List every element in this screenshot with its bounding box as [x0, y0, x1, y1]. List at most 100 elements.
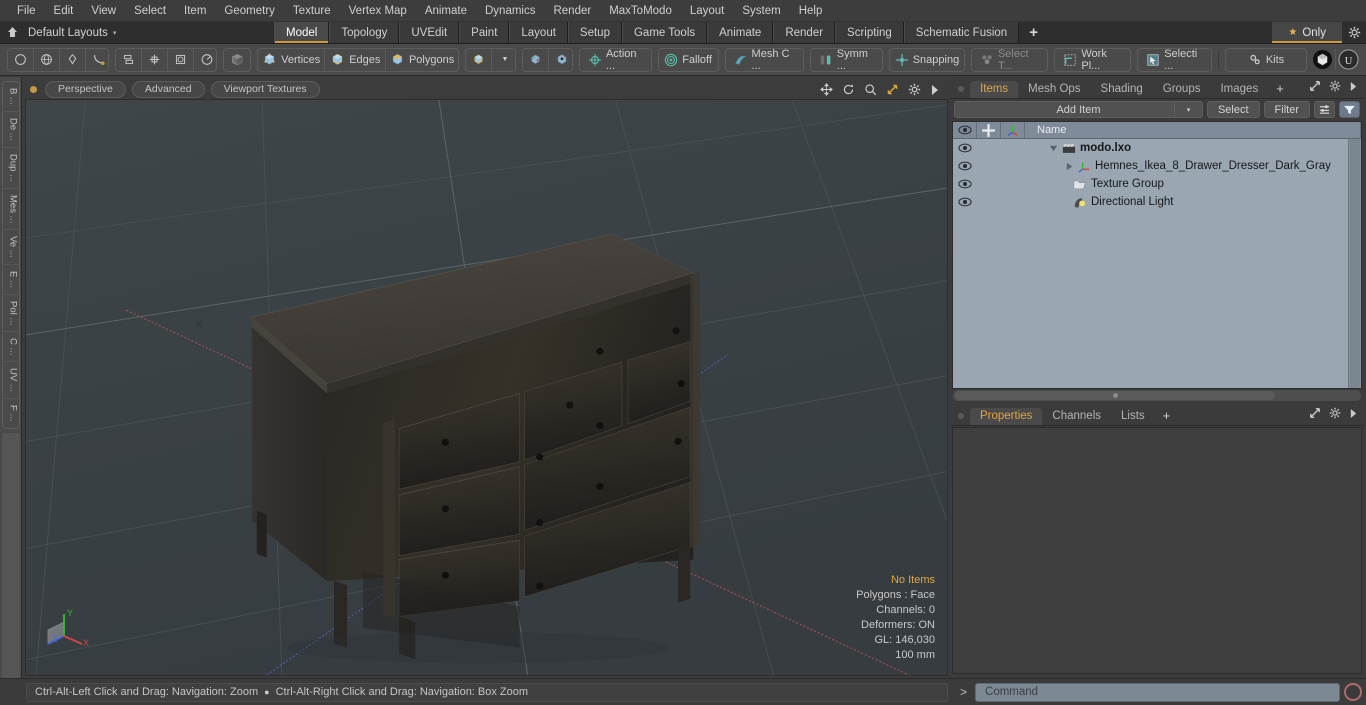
command-input[interactable]: Command — [975, 682, 1340, 702]
left-tab-basic[interactable]: B ... — [1, 82, 20, 112]
menu-item-select[interactable]: Select — [125, 1, 175, 21]
pan-icon[interactable] — [820, 83, 833, 96]
expand-triangle-icon[interactable] — [1049, 144, 1058, 153]
tab-shading[interactable]: Shading — [1091, 81, 1153, 98]
tab-paint[interactable]: Paint — [459, 22, 510, 43]
items-list-vertical-scrollbar[interactable] — [1348, 139, 1361, 388]
curve-tool-icon[interactable] — [86, 49, 108, 71]
gear-icon[interactable] — [1342, 22, 1366, 43]
viewport-menu-arrow-icon[interactable] — [930, 84, 940, 96]
zoom-icon[interactable] — [864, 83, 877, 96]
menu-item-geometry[interactable]: Geometry — [215, 1, 284, 21]
vertices-mode-button[interactable]: Vertices — [258, 48, 326, 71]
tab-items[interactable]: Items — [970, 81, 1019, 98]
tab-game-tools[interactable]: Game Tools — [621, 22, 708, 43]
menu-item-item[interactable]: Item — [175, 1, 215, 21]
add-item-button[interactable]: Add Item ▾ — [954, 101, 1203, 118]
list-options-icon[interactable] — [1314, 101, 1335, 118]
add-properties-tab-button[interactable]: + — [1155, 408, 1179, 425]
polygons-mode-button[interactable]: Polygons — [386, 49, 458, 71]
menu-item-system[interactable]: System — [733, 1, 789, 21]
items-tree-list[interactable]: Name modo.lxo Hemnes_Ikea_8_Drawer_Dress… — [952, 121, 1362, 389]
pivot-cube-icon[interactable] — [549, 49, 572, 71]
left-tab-vertex[interactable]: Ve ... — [1, 230, 20, 265]
menu-item-layout[interactable]: Layout — [681, 1, 734, 21]
record-circle-icon[interactable] — [1344, 683, 1362, 701]
table-row[interactable]: Texture Group — [953, 175, 1361, 193]
tab-scripting[interactable]: Scripting — [835, 22, 904, 43]
transform-axis-icon[interactable] — [1001, 122, 1025, 138]
perspective-button[interactable]: Perspective — [45, 81, 126, 98]
viewport-textures-button[interactable]: Viewport Textures — [210, 81, 320, 98]
row-visibility-eye-icon[interactable] — [953, 161, 977, 171]
tab-uvedit[interactable]: UVEdit — [399, 22, 460, 43]
left-tab-edge[interactable]: E ... — [1, 265, 20, 295]
work-plane-button[interactable]: Work Pl... — [1054, 47, 1132, 72]
symmetry-button[interactable]: Symm ... — [809, 47, 883, 72]
left-tab-command[interactable]: C ... — [1, 332, 20, 363]
row-label-cell[interactable]: modo.lxo — [1025, 142, 1131, 154]
tab-schematic-fusion[interactable]: Schematic Fusion — [903, 22, 1020, 43]
visibility-eye-icon[interactable] — [953, 122, 977, 138]
scale-tool-icon[interactable] — [168, 48, 194, 71]
left-tab-fusion[interactable]: F ... — [2, 399, 20, 427]
table-row[interactable]: Directional Light — [953, 193, 1361, 211]
expand-panel-icon[interactable] — [1309, 80, 1321, 95]
fit-icon[interactable] — [886, 83, 899, 96]
row-visibility-eye-icon[interactable] — [953, 179, 977, 189]
circle-tool-icon[interactable] — [8, 48, 34, 71]
hscrollbar-thumb[interactable] — [955, 391, 1275, 400]
menu-item-view[interactable]: View — [82, 1, 125, 21]
item-cube-icon[interactable] — [466, 48, 492, 71]
select-button[interactable]: Select — [1206, 101, 1260, 118]
filter-funnel-icon[interactable] — [1339, 101, 1360, 118]
tab-channels[interactable]: Channels — [1042, 408, 1111, 425]
menu-item-file[interactable]: File — [8, 1, 45, 21]
add-panel-tab-button[interactable]: + — [1268, 81, 1292, 98]
cube-icon[interactable] — [222, 47, 251, 72]
rotate-icon[interactable] — [842, 83, 855, 96]
tab-groups[interactable]: Groups — [1153, 81, 1211, 98]
tab-mesh-ops[interactable]: Mesh Ops — [1018, 81, 1090, 98]
add-layout-tab-button[interactable]: + — [1019, 22, 1048, 43]
kits-button[interactable]: Kits — [1224, 47, 1307, 72]
modo-badge-icon[interactable] — [1310, 49, 1336, 70]
tab-layout[interactable]: Layout — [509, 22, 568, 43]
items-list-horizontal-scrollbar[interactable] — [952, 389, 1362, 402]
row-label-cell[interactable]: Texture Group — [1025, 178, 1164, 190]
rotate-tool-icon[interactable] — [194, 49, 216, 71]
row-label-cell[interactable]: Directional Light — [1025, 196, 1173, 209]
menu-item-edit[interactable]: Edit — [45, 1, 83, 21]
default-layouts-dropdown[interactable]: Default Layouts ▾ — [24, 22, 274, 43]
left-tab-uv[interactable]: UV ... — [1, 362, 20, 400]
pen-tool-icon[interactable] — [60, 48, 86, 71]
tab-animate[interactable]: Animate — [707, 22, 774, 43]
tab-images[interactable]: Images — [1210, 81, 1268, 98]
action-center-button[interactable]: Action ... — [578, 47, 652, 72]
select-through-button[interactable]: Select T... — [970, 47, 1049, 72]
tab-lists[interactable]: Lists — [1111, 408, 1155, 425]
tab-render[interactable]: Render — [773, 22, 836, 43]
home-icon[interactable] — [0, 22, 24, 43]
unreal-badge-icon[interactable]: U — [1336, 49, 1362, 70]
table-row[interactable]: modo.lxo — [953, 139, 1361, 157]
menu-item-dynamics[interactable]: Dynamics — [476, 1, 544, 21]
table-row[interactable]: Hemnes_Ikea_8_Drawer_Dresser_Dark_Gray — [953, 157, 1361, 175]
props-arrow-icon[interactable] — [1349, 408, 1358, 422]
panel-arrow-icon[interactable] — [1349, 81, 1358, 95]
left-tab-polygon[interactable]: Pol ... — [1, 295, 20, 332]
panel-gear-icon[interactable] — [1329, 80, 1341, 95]
left-tab-deform[interactable]: De ... — [1, 112, 20, 148]
menu-item-vertex-map[interactable]: Vertex Map — [340, 1, 416, 21]
pin-icon[interactable] — [977, 122, 1001, 138]
falloff-button[interactable]: Falloff — [657, 47, 719, 72]
tab-model[interactable]: Model — [274, 22, 330, 43]
add-item-dropdown-caret[interactable]: ▾ — [1173, 102, 1202, 117]
advanced-button[interactable]: Advanced — [131, 81, 205, 98]
mesh-constraint-button[interactable]: Mesh C ... — [724, 47, 804, 72]
snapping-button[interactable]: Snapping — [888, 47, 965, 72]
move-tool-icon[interactable] — [142, 48, 168, 71]
row-visibility-eye-icon[interactable] — [953, 143, 977, 153]
props-gear-icon[interactable] — [1329, 407, 1341, 422]
center-cube-icon[interactable] — [523, 48, 549, 71]
